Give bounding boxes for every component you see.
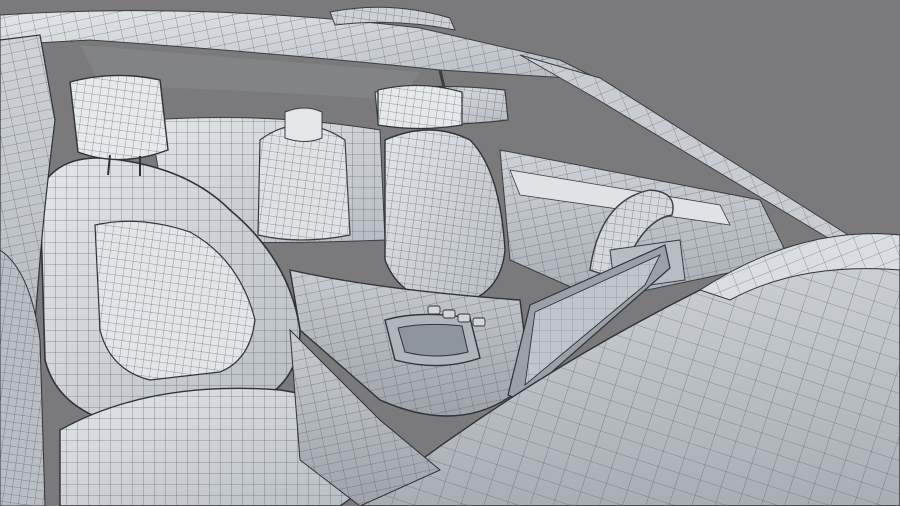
render-viewport [0,0,900,506]
console-button-1 [427,305,441,315]
car-interior-scene [0,0,900,506]
console-button-2 [442,309,456,319]
console-button-4 [472,317,486,327]
console-button-3 [457,313,471,323]
